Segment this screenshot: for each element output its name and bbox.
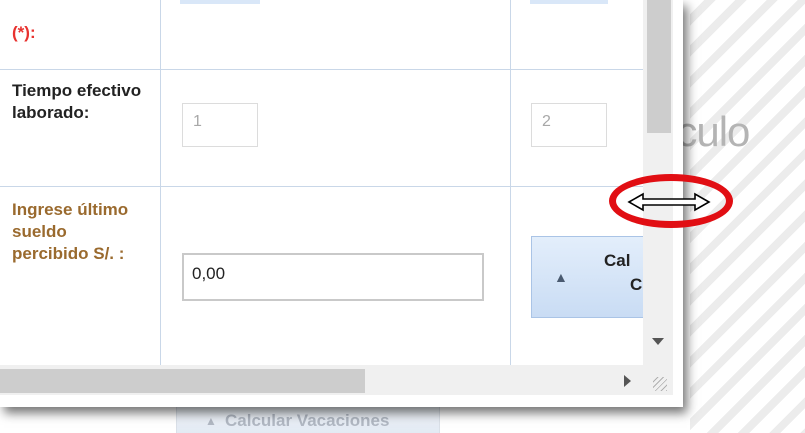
- tiempo-efectivo-input-2[interactable]: 2: [531, 103, 607, 147]
- scroll-right-arrow-icon[interactable]: [624, 375, 631, 387]
- ultimo-sueldo-label: Ingrese último sueldo percibido S/. :: [12, 200, 129, 263]
- input-field-top-partial[interactable]: [180, 0, 260, 4]
- tiempo-efectivo-input-1[interactable]: 1: [182, 103, 258, 147]
- calcular-button-label-line2: C: [630, 275, 643, 294]
- table-row-divider: [0, 69, 643, 70]
- horizontal-scrollbar[interactable]: [0, 365, 643, 395]
- required-fields-label: (*):: [12, 23, 36, 42]
- popup-border: [0, 395, 683, 407]
- ultimo-sueldo-input[interactable]: 0,00: [182, 253, 484, 301]
- chevron-up-icon: ▲: [205, 414, 217, 428]
- resize-grip-icon[interactable]: [653, 377, 667, 391]
- calcular-button-label-line1: Cal: [604, 251, 631, 270]
- background-button-label: Calcular Vacaciones: [225, 411, 390, 430]
- scroll-down-arrow-icon[interactable]: [652, 338, 664, 345]
- vertical-scrollbar-thumb[interactable]: [647, 0, 671, 133]
- chevron-up-icon: ▲: [554, 269, 568, 285]
- scrollbar-corner[interactable]: [643, 365, 673, 395]
- table-column-divider: [510, 0, 511, 365]
- tiempo-efectivo-label: Tiempo efectivo laborado:: [12, 81, 142, 122]
- popup-window: (*): Tiempo efectivo laborado: 1 2 Ingre…: [0, 0, 683, 407]
- background-calcular-vacaciones-button: ▲ Calcular Vacaciones: [176, 404, 440, 433]
- horizontal-scrollbar-thumb[interactable]: [0, 369, 365, 393]
- table-column-divider: [160, 0, 161, 365]
- input-field-top-partial[interactable]: [530, 0, 608, 4]
- table-row-divider: [0, 186, 643, 187]
- horizontal-resize-cursor-icon: [627, 192, 711, 212]
